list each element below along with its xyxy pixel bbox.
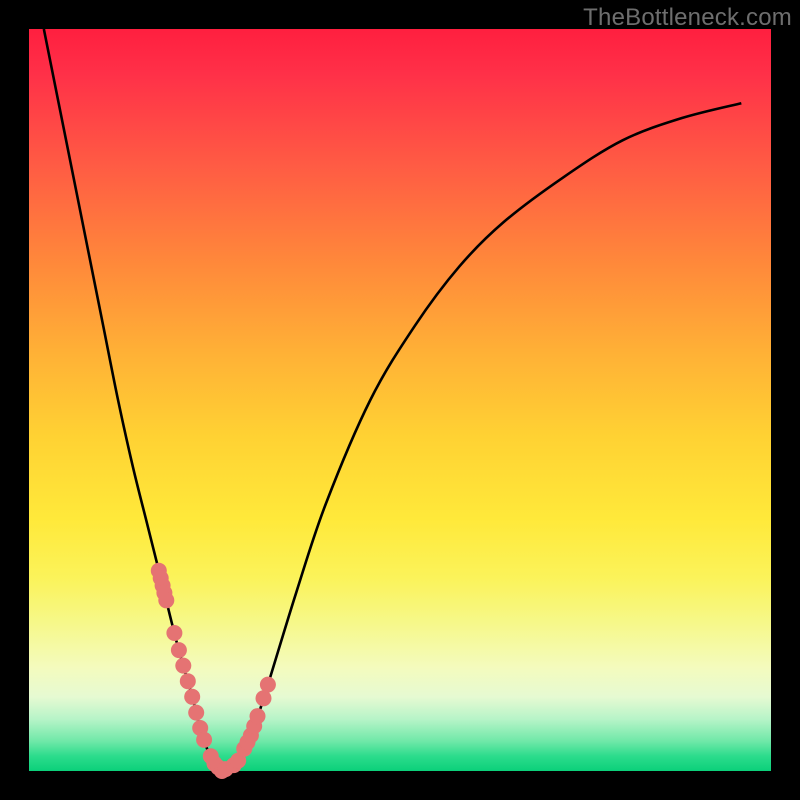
watermark-text: TheBottleneck.com [583,4,792,32]
bead [175,658,191,674]
bead [196,732,212,748]
bead [260,677,276,693]
bead [158,592,174,608]
curve-layer [29,29,771,771]
bead [250,708,266,724]
bead [188,705,204,721]
chart-frame: TheBottleneck.com [0,0,800,800]
bead [256,690,272,706]
bead [184,689,200,705]
bead-cluster [151,563,276,779]
bead [171,642,187,658]
bottleneck-curve [44,29,741,771]
bead [166,625,182,641]
plot-area [29,29,771,771]
bead [180,673,196,689]
